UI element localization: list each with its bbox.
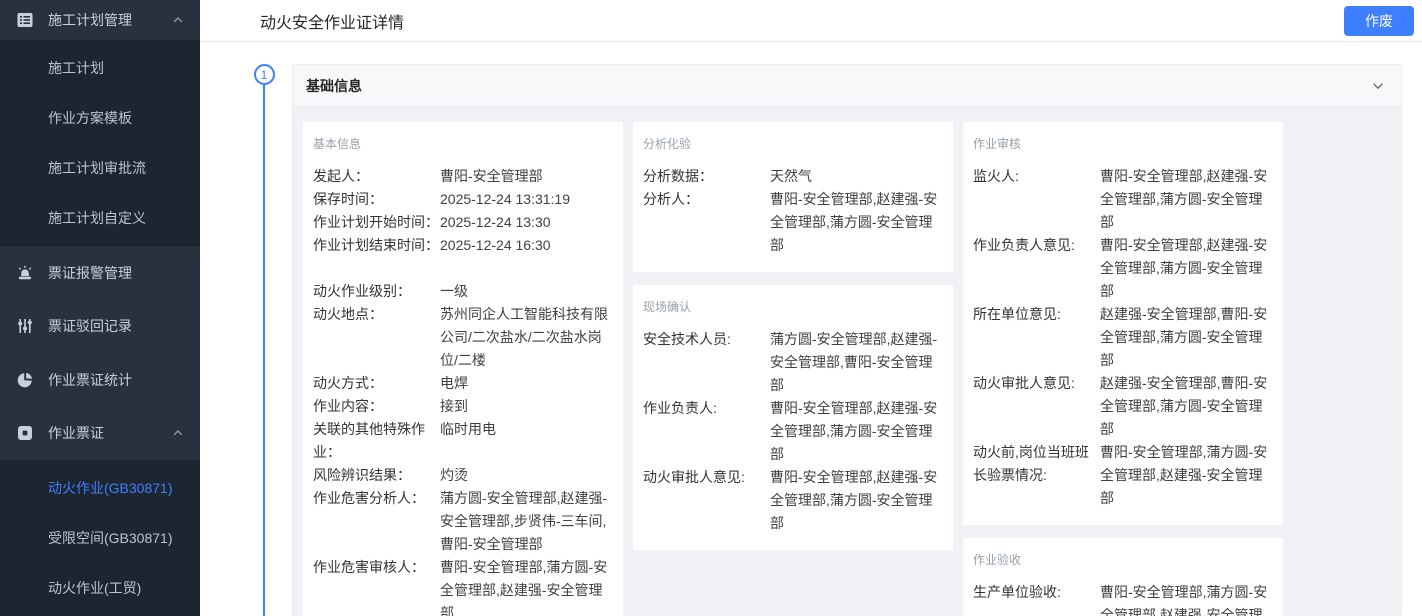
sidebar-item-plan-approval-flow[interactable]: 施工计划审批流	[0, 143, 200, 193]
field-hazard-reviewer: 作业危害审核人：曹阳-安全管理部,蒲方圆-安全管理部,赵建强-安全管理部	[313, 556, 613, 616]
card-title: 基本信息	[313, 135, 613, 152]
sidebar-item-construction-plan-mgmt[interactable]: 施工计划管理	[0, 0, 200, 40]
sidebar-item-label: 作业票证	[48, 423, 172, 443]
card-title: 现场确认	[643, 298, 943, 315]
sidebar-item-ticket-statistics[interactable]: 作业票证统计	[0, 353, 200, 407]
row-spacer	[313, 257, 613, 280]
site-confirm-card: 现场确认 安全技术人员:蒲方圆-安全管理部,赵建强-安全管理部,曹阳-安全管理部…	[633, 285, 953, 550]
field-initiator: 发起人：曹阳-安全管理部	[313, 165, 613, 188]
card-title: 分析化验	[643, 135, 943, 152]
alarm-icon	[16, 264, 34, 282]
chevron-up-icon	[172, 14, 184, 26]
field-save-time: 保存时间：2025-12-24 13:31:19	[313, 188, 613, 211]
sidebar-item-hotwork-industry[interactable]: 动火作业(工贸)	[0, 563, 200, 613]
sidebar-item-label: 票证报警管理	[48, 263, 184, 283]
pie-chart-icon	[16, 371, 34, 389]
analysis-card: 分析化验 分析数据：天然气 分析人：曹阳-安全管理部,赵建强-安全管理部,蒲方圆…	[633, 122, 953, 272]
field-approver-opinion: 动火审批人意见:赵建强-安全管理部,曹阳-安全管理部,蒲方圆-安全管理部	[973, 372, 1273, 441]
card-title: 作业验收	[973, 551, 1273, 568]
sidebar-item-label: 施工计划管理	[48, 10, 172, 30]
field-shift-leader-check: 动火前,岗位当班班长验票情况:曹阳-安全管理部,蒲方圆-安全管理部,赵建强-安全…	[973, 441, 1273, 510]
field-work-leader: 作业负责人:曹阳-安全管理部,赵建强-安全管理部,蒲方圆-安全管理部	[643, 397, 943, 466]
field-fire-watcher: 监火人:曹阳-安全管理部,赵建强-安全管理部,蒲方圆-安全管理部	[973, 165, 1273, 234]
work-acceptance-card: 作业验收 生产单位验收:曹阳-安全管理部,蒲方圆-安全管理部,赵建强-安全管理部…	[963, 538, 1283, 616]
detail-content: 1 基础信息 基本信息 发起人：曹阳-安全管理部 保存时间：2025-12-24…	[200, 42, 1422, 616]
work-review-card: 作业审核 监火人:曹阳-安全管理部,赵建强-安全管理部,蒲方圆-安全管理部 作业…	[963, 122, 1283, 525]
field-risk-result: 风险辨识结果：灼烫	[313, 464, 613, 487]
page-header: 动火安全作业证详情 作废	[200, 0, 1422, 42]
void-button[interactable]: 作废	[1344, 6, 1414, 36]
sidebar-item-ticket-alarm-mgmt[interactable]: 票证报警管理	[0, 246, 200, 300]
field-hotwork-method: 动火方式：电焊	[313, 372, 613, 395]
step-number: 1	[254, 64, 275, 85]
field-hotwork-approver-opinion: 动火审批人意见:曹阳-安全管理部,赵建强-安全管理部,蒲方圆-安全管理部	[643, 466, 943, 535]
step-indicator: 1	[253, 64, 275, 616]
field-work-content: 作业内容：接到	[313, 395, 613, 418]
step-connector-line	[263, 85, 265, 616]
panel-title: 基础信息	[306, 76, 362, 96]
field-hotwork-location: 动火地点：苏州同企人工智能科技有限公司/二次盐水/二次盐水岗位/二楼	[313, 303, 613, 372]
sidebar-item-label: 作业票证统计	[48, 370, 184, 390]
basic-info-panel: 基础信息 基本信息 发起人：曹阳-安全管理部 保存时间：2025-12-24 1…	[292, 64, 1402, 616]
field-leader-opinion: 作业负责人意见:曹阳-安全管理部,赵建强-安全管理部,蒲方圆-安全管理部	[973, 234, 1273, 303]
sliders-icon	[16, 317, 34, 335]
sidebar-item-confined-space-gb30871[interactable]: 受限空间(GB30871)	[0, 513, 200, 563]
field-plan-end-time: 作业计划结束时间：2025-12-24 16:30	[313, 234, 613, 257]
sidebar-item-construction-plan[interactable]: 施工计划	[0, 43, 200, 93]
work-tickets-submenu: 动火作业(GB30871) 受限空间(GB30871) 动火作业(工贸)	[0, 460, 200, 616]
field-safety-tech-staff: 安全技术人员:蒲方圆-安全管理部,赵建强-安全管理部,曹阳-安全管理部	[643, 328, 943, 397]
sidebar-item-ticket-reject-record[interactable]: 票证驳回记录	[0, 299, 200, 353]
field-unit-opinion: 所在单位意见:赵建强-安全管理部,曹阳-安全管理部,蒲方圆-安全管理部	[973, 303, 1273, 372]
field-related-special-work: 关联的其他特殊作业：临时用电	[313, 418, 613, 464]
construction-plan-submenu: 施工计划 作业方案模板 施工计划审批流 施工计划自定义	[0, 40, 200, 246]
panel-body: 基本信息 发起人：曹阳-安全管理部 保存时间：2025-12-24 13:31:…	[293, 107, 1401, 616]
sidebar-item-plan-custom[interactable]: 施工计划自定义	[0, 193, 200, 243]
main-area: 动火安全作业证详情 作废 1 基础信息 基本信息 发起人：曹阳-安全管理部	[200, 0, 1422, 616]
field-analysis-data: 分析数据：天然气	[643, 165, 943, 188]
column-review: 作业审核 监火人:曹阳-安全管理部,赵建强-安全管理部,蒲方圆-安全管理部 作业…	[963, 122, 1283, 616]
basic-info-card: 基本信息 发起人：曹阳-安全管理部 保存时间：2025-12-24 13:31:…	[303, 122, 623, 616]
field-plan-start-time: 作业计划开始时间：2025-12-24 13:30	[313, 211, 613, 234]
field-production-unit-acceptance: 生产单位验收:曹阳-安全管理部,蒲方圆-安全管理部,赵建强-安全管理部	[973, 581, 1273, 616]
panel-header-collapse[interactable]: 基础信息	[293, 65, 1401, 107]
column-basic: 基本信息 发起人：曹阳-安全管理部 保存时间：2025-12-24 13:31:…	[303, 122, 623, 616]
sidebar-item-work-plan-template[interactable]: 作业方案模板	[0, 93, 200, 143]
ticket-icon	[16, 424, 34, 442]
field-hotwork-level: 动火作业级别：一级	[313, 280, 613, 303]
clipboard-list-icon	[16, 11, 34, 29]
sidebar-item-work-tickets[interactable]: 作业票证	[0, 407, 200, 461]
chevron-down-icon	[1371, 79, 1385, 93]
field-analyst: 分析人：曹阳-安全管理部,赵建强-安全管理部,蒲方圆-安全管理部	[643, 188, 943, 257]
sidebar: 施工计划管理 施工计划 作业方案模板 施工计划审批流 施工计划自定义 票证报警管…	[0, 0, 200, 616]
sidebar-item-hotwork-gb30871[interactable]: 动火作业(GB30871)	[0, 463, 200, 513]
card-title: 作业审核	[973, 135, 1273, 152]
field-hazard-analyst: 作业危害分析人：蒲方圆-安全管理部,赵建强-安全管理部,步贤伟-三车间,曹阳-安…	[313, 487, 613, 556]
page-title: 动火安全作业证详情	[260, 9, 1344, 33]
sidebar-item-label: 票证驳回记录	[48, 316, 184, 336]
chevron-up-icon	[172, 427, 184, 439]
column-analysis: 分析化验 分析数据：天然气 分析人：曹阳-安全管理部,赵建强-安全管理部,蒲方圆…	[633, 122, 953, 550]
